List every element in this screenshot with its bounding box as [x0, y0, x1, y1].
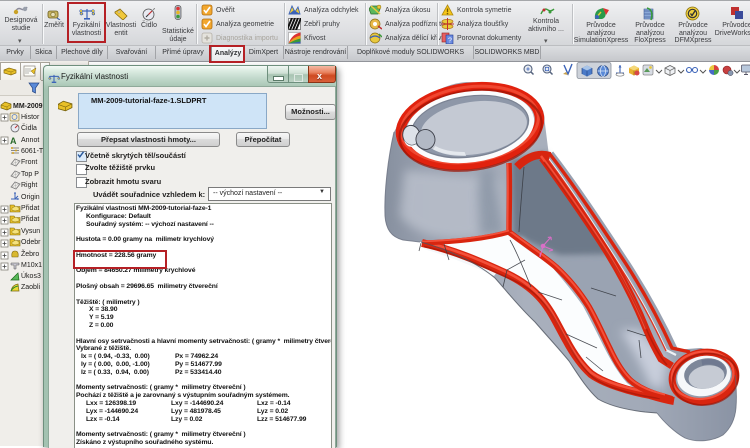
svg-text:A: A: [10, 136, 17, 146]
